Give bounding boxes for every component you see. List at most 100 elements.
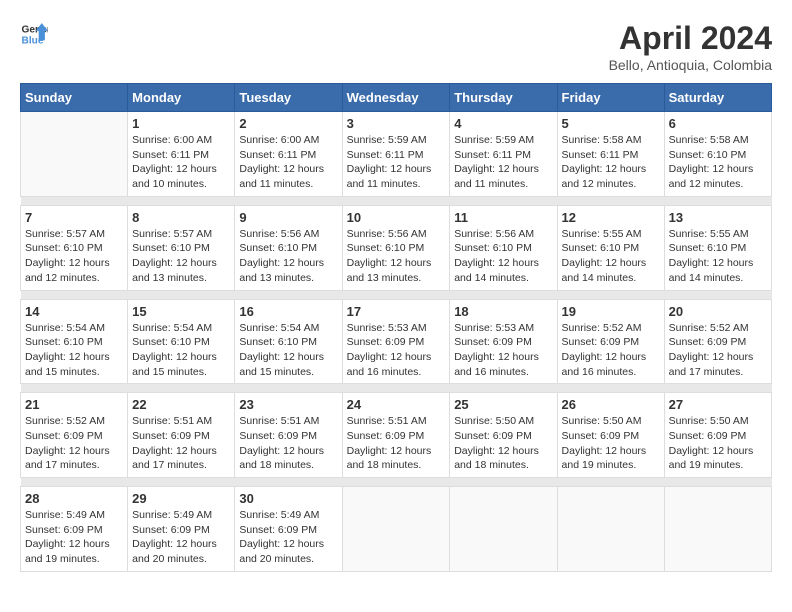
week-row-2: 7 Sunrise: 5:57 AMSunset: 6:10 PMDaylight… [21, 205, 772, 290]
calendar-cell: 3 Sunrise: 5:59 AMSunset: 6:11 PMDaylight… [342, 112, 450, 197]
separator-cell [21, 290, 772, 299]
day-number: 10 [347, 210, 446, 225]
day-number: 21 [25, 397, 123, 412]
calendar-cell: 2Sunrise: 6:00 AMSunset: 6:11 PMDaylight… [235, 112, 342, 197]
day-number: 3 [347, 116, 446, 131]
calendar-cell: 22 Sunrise: 5:51 AMSunset: 6:09 PMDayligh… [128, 393, 235, 478]
calendar-cell: 11Sunrise: 5:56 AMSunset: 6:10 PMDayligh… [450, 205, 557, 290]
calendar-cell: 18Sunrise: 5:53 AMSunset: 6:09 PMDayligh… [450, 299, 557, 384]
day-number: 18 [454, 304, 552, 319]
day-number: 26 [562, 397, 660, 412]
calendar-cell: 12Sunrise: 5:55 AMSunset: 6:10 PMDayligh… [557, 205, 664, 290]
day-number: 19 [562, 304, 660, 319]
calendar-cell: 16 Sunrise: 5:54 AMSunset: 6:10 PMDayligh… [235, 299, 342, 384]
separator-cell [21, 478, 772, 487]
calendar-cell: 5Sunrise: 5:58 AMSunset: 6:11 PMDaylight… [557, 112, 664, 197]
day-number: 16 [239, 304, 337, 319]
day-info: Sunrise: 5:54 AMSunset: 6:10 PMDaylight:… [239, 321, 337, 380]
calendar-cell: 1 Sunrise: 6:00 AMSunset: 6:11 PMDaylight… [128, 112, 235, 197]
calendar-cell: 26 Sunrise: 5:50 AMSunset: 6:09 PMDayligh… [557, 393, 664, 478]
separator-cell [21, 384, 772, 393]
calendar-cell: 25Sunrise: 5:50 AMSunset: 6:09 PMDayligh… [450, 393, 557, 478]
day-number: 14 [25, 304, 123, 319]
calendar-cell: 7 Sunrise: 5:57 AMSunset: 6:10 PMDaylight… [21, 205, 128, 290]
day-info: Sunrise: 5:51 AMSunset: 6:09 PMDaylight:… [132, 414, 230, 473]
day-number: 28 [25, 491, 123, 506]
weekday-header-monday: Monday [128, 84, 235, 112]
logo-icon: General Blue [20, 20, 48, 48]
title-area: April 2024 Bello, Antioquia, Colombia [609, 20, 772, 73]
day-info: Sunrise: 5:55 AMSunset: 6:10 PMDaylight:… [669, 227, 767, 286]
day-info: Sunrise: 5:54 AMSunset: 6:10 PMDaylight:… [132, 321, 230, 380]
day-number: 27 [669, 397, 767, 412]
month-title: April 2024 [609, 20, 772, 57]
week-row-1: 1 Sunrise: 6:00 AMSunset: 6:11 PMDaylight… [21, 112, 772, 197]
day-number: 12 [562, 210, 660, 225]
calendar-table: SundayMondayTuesdayWednesdayThursdayFrid… [20, 83, 772, 572]
calendar-cell [557, 487, 664, 572]
calendar-cell: 9Sunrise: 5:56 AMSunset: 6:10 PMDaylight… [235, 205, 342, 290]
day-number: 4 [454, 116, 552, 131]
weekday-header-saturday: Saturday [664, 84, 771, 112]
day-number: 25 [454, 397, 552, 412]
calendar-cell: 6 Sunrise: 5:58 AMSunset: 6:10 PMDaylight… [664, 112, 771, 197]
day-info: Sunrise: 5:57 AMSunset: 6:10 PMDaylight:… [132, 227, 230, 286]
day-info: Sunrise: 5:52 AMSunset: 6:09 PMDaylight:… [669, 321, 767, 380]
day-info: Sunrise: 5:49 AMSunset: 6:09 PMDaylight:… [25, 508, 123, 567]
calendar-cell: 30Sunrise: 5:49 AMSunset: 6:09 PMDayligh… [235, 487, 342, 572]
day-info: Sunrise: 5:52 AMSunset: 6:09 PMDaylight:… [562, 321, 660, 380]
day-number: 17 [347, 304, 446, 319]
day-number: 2 [239, 116, 337, 131]
day-info: Sunrise: 5:51 AMSunset: 6:09 PMDaylight:… [239, 414, 337, 473]
day-number: 22 [132, 397, 230, 412]
day-number: 11 [454, 210, 552, 225]
calendar-cell: 10 Sunrise: 5:56 AMSunset: 6:10 PMDayligh… [342, 205, 450, 290]
day-info: Sunrise: 5:59 AMSunset: 6:11 PMDaylight:… [454, 133, 552, 192]
day-info: Sunrise: 5:53 AMSunset: 6:09 PMDaylight:… [347, 321, 446, 380]
calendar-cell: 8 Sunrise: 5:57 AMSunset: 6:10 PMDaylight… [128, 205, 235, 290]
day-number: 20 [669, 304, 767, 319]
day-info: Sunrise: 5:59 AMSunset: 6:11 PMDaylight:… [347, 133, 446, 192]
day-info: Sunrise: 5:54 AMSunset: 6:10 PMDaylight:… [25, 321, 123, 380]
calendar-cell: 4 Sunrise: 5:59 AMSunset: 6:11 PMDaylight… [450, 112, 557, 197]
day-number: 1 [132, 116, 230, 131]
calendar-cell: 19 Sunrise: 5:52 AMSunset: 6:09 PMDayligh… [557, 299, 664, 384]
location: Bello, Antioquia, Colombia [609, 57, 772, 73]
day-number: 13 [669, 210, 767, 225]
day-info: Sunrise: 5:58 AMSunset: 6:11 PMDaylight:… [562, 133, 660, 192]
day-info: Sunrise: 5:56 AMSunset: 6:10 PMDaylight:… [347, 227, 446, 286]
weekday-header-tuesday: Tuesday [235, 84, 342, 112]
calendar-cell: 20 Sunrise: 5:52 AMSunset: 6:09 PMDayligh… [664, 299, 771, 384]
week-separator [21, 290, 772, 299]
day-number: 29 [132, 491, 230, 506]
day-info: Sunrise: 5:51 AMSunset: 6:09 PMDaylight:… [347, 414, 446, 473]
week-row-4: 21 Sunrise: 5:52 AMSunset: 6:09 PMDayligh… [21, 393, 772, 478]
day-info: Sunrise: 6:00 AMSunset: 6:11 PMDaylight:… [132, 133, 230, 192]
calendar-cell: 13 Sunrise: 5:55 AMSunset: 6:10 PMDayligh… [664, 205, 771, 290]
day-number: 9 [239, 210, 337, 225]
day-info: Sunrise: 5:49 AMSunset: 6:09 PMDaylight:… [132, 508, 230, 567]
day-number: 7 [25, 210, 123, 225]
week-row-3: 14 Sunrise: 5:54 AMSunset: 6:10 PMDayligh… [21, 299, 772, 384]
calendar-cell: 23 Sunrise: 5:51 AMSunset: 6:09 PMDayligh… [235, 393, 342, 478]
day-number: 24 [347, 397, 446, 412]
day-info: Sunrise: 5:58 AMSunset: 6:10 PMDaylight:… [669, 133, 767, 192]
weekday-header-sunday: Sunday [21, 84, 128, 112]
weekday-header-wednesday: Wednesday [342, 84, 450, 112]
day-number: 23 [239, 397, 337, 412]
page-header: General Blue April 2024 Bello, Antioquia… [20, 20, 772, 73]
day-info: Sunrise: 5:52 AMSunset: 6:09 PMDaylight:… [25, 414, 123, 473]
weekday-header-thursday: Thursday [450, 84, 557, 112]
day-number: 8 [132, 210, 230, 225]
logo: General Blue [20, 20, 48, 48]
week-separator [21, 196, 772, 205]
day-info: Sunrise: 5:57 AMSunset: 6:10 PMDaylight:… [25, 227, 123, 286]
calendar-cell: 17 Sunrise: 5:53 AMSunset: 6:09 PMDayligh… [342, 299, 450, 384]
calendar-cell: 14 Sunrise: 5:54 AMSunset: 6:10 PMDayligh… [21, 299, 128, 384]
weekday-header-friday: Friday [557, 84, 664, 112]
separator-cell [21, 196, 772, 205]
day-info: Sunrise: 5:50 AMSunset: 6:09 PMDaylight:… [562, 414, 660, 473]
day-number: 6 [669, 116, 767, 131]
calendar-cell [664, 487, 771, 572]
calendar-cell: 29 Sunrise: 5:49 AMSunset: 6:09 PMDayligh… [128, 487, 235, 572]
